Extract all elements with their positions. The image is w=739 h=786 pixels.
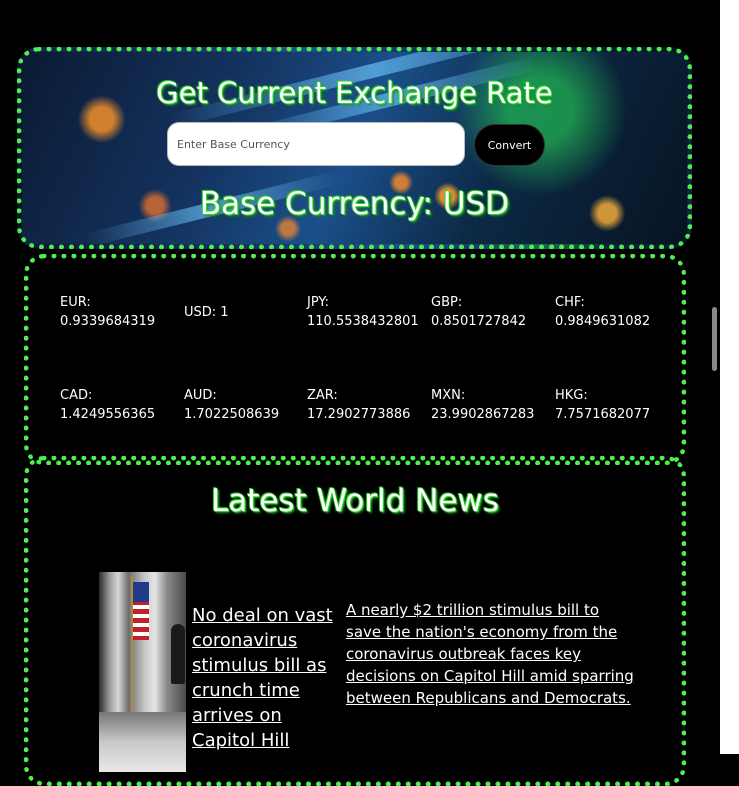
rate-zar: ZAR: 17.2902773886 — [307, 386, 410, 424]
rate-code: AUD: — [184, 388, 217, 403]
flag-canton — [133, 582, 149, 602]
rate-value: 1.7022508639 — [184, 407, 280, 422]
hallway-floor — [99, 712, 186, 772]
rate-jpy: JPY: 110.5538432801 — [307, 293, 419, 331]
scrollbar-track[interactable] — [720, 0, 739, 754]
news-thumbnail[interactable] — [99, 572, 186, 772]
rate-chf: CHF: 0.9849631082 — [555, 293, 650, 331]
page-title: Get Current Exchange Rate — [156, 76, 553, 110]
news-summary-link[interactable]: A nearly $2 trillion stimulus bill to sa… — [346, 599, 636, 709]
news-heading: Latest World News — [210, 483, 500, 519]
person-silhouette — [171, 624, 185, 684]
rate-eur: EUR: 0.9339684319 — [60, 293, 155, 331]
rate-value: 0.9849631082 — [555, 314, 651, 329]
rate-code: EUR: — [60, 295, 91, 310]
rate-code: CAD: — [60, 388, 93, 403]
rate-code: HKG: — [555, 388, 588, 403]
news-headline-link[interactable]: No deal on vast coronavirus stimulus bil… — [192, 603, 342, 753]
rate-code: JPY: — [307, 295, 329, 310]
rate-code: ZAR: — [307, 388, 338, 403]
us-flag-icon — [133, 582, 149, 640]
exchange-rates-panel: EUR: 0.9339684319 USD: 1 JPY: 110.553843… — [24, 254, 686, 465]
rate-code: GBP: — [431, 295, 463, 310]
base-currency-label: Base Currency: USD — [199, 186, 510, 222]
rate-value: 0.9339684319 — [60, 314, 156, 329]
rate-code: USD: 1 — [184, 305, 229, 320]
rate-code: MXN: — [431, 388, 466, 403]
rate-value: 110.5538432801 — [307, 314, 419, 329]
rate-aud: AUD: 1.7022508639 — [184, 386, 279, 424]
rate-value: 7.7571682077 — [555, 407, 651, 422]
rate-mxn: MXN: 23.9902867283 — [431, 386, 534, 424]
convert-button[interactable]: Convert — [474, 124, 545, 166]
rate-value: 1.4249556365 — [60, 407, 156, 422]
rate-value: 23.9902867283 — [431, 407, 535, 422]
exchange-hero-panel: Get Current Exchange Rate Convert Base C… — [17, 47, 692, 249]
base-currency-input[interactable] — [167, 122, 465, 166]
scrollbar-thumb[interactable] — [712, 307, 717, 371]
rate-value: 17.2902773886 — [307, 407, 411, 422]
rate-code: CHF: — [555, 295, 585, 310]
rate-hkg: HKG: 7.7571682077 — [555, 386, 650, 424]
news-panel: Latest World News No deal on vast corona… — [24, 456, 686, 786]
rate-value: 0.8501727842 — [431, 314, 527, 329]
rate-usd: USD: 1 — [184, 303, 229, 322]
rate-cad: CAD: 1.4249556365 — [60, 386, 155, 424]
rate-gbp: GBP: 0.8501727842 — [431, 293, 526, 331]
